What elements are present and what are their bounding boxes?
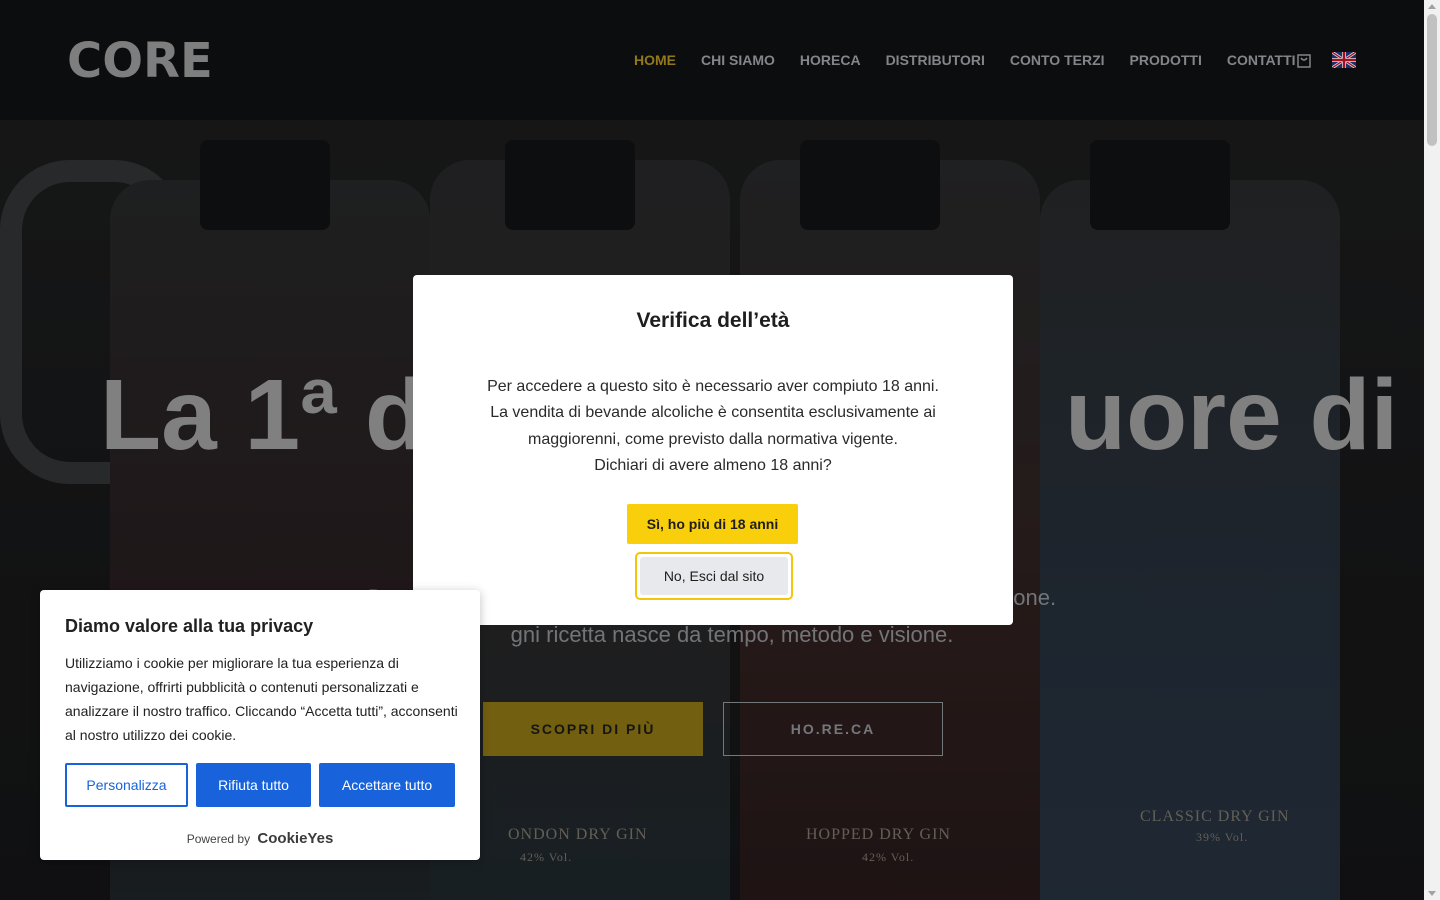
page-scrollbar[interactable] (1424, 0, 1440, 900)
exit-site-button-label: No, Esci dal sito (640, 557, 788, 595)
modal-text-line: La vendita di bevande alcoliche è consen… (490, 404, 936, 422)
cookie-consent-banner: Diamo valore alla tua privacy Utilizziam… (40, 590, 480, 860)
modal-text-line: Per accedere a questo sito è necessario … (487, 378, 939, 395)
scroll-up-arrow-icon[interactable] (1428, 4, 1436, 9)
modal-text: Per accedere a questo sito è necessario … (453, 374, 973, 479)
modal-text-line: Dichiari di avere almeno 18 anni? (594, 456, 832, 474)
powered-by: Powered by CookieYes (40, 830, 480, 847)
customize-button[interactable]: Personalizza (65, 763, 188, 807)
modal-title: Verifica dell’età (636, 309, 790, 332)
cookie-title: Diamo valore alla tua privacy (65, 616, 314, 636)
modal-text-line: maggiorenni, come previsto dalla normati… (528, 430, 898, 448)
accept-all-button[interactable]: Accettare tutto (319, 763, 455, 807)
scroll-down-arrow-icon[interactable] (1428, 891, 1436, 896)
age-verification-modal: Verifica dell’età Per accedere a questo … (413, 275, 1013, 625)
scroll-thumb[interactable] (1427, 14, 1437, 146)
cookieyes-logo[interactable]: CookieYes (257, 830, 333, 847)
cookie-description: Utilizziamo i cookie per migliorare la t… (65, 655, 458, 743)
powered-by-label: Powered by (186, 832, 251, 846)
confirm-age-button[interactable]: Sì, ho più di 18 anni (627, 504, 798, 544)
exit-site-button[interactable]: No, Esci dal sito (635, 552, 793, 600)
reject-all-button[interactable]: Rifiuta tutto (196, 763, 311, 807)
